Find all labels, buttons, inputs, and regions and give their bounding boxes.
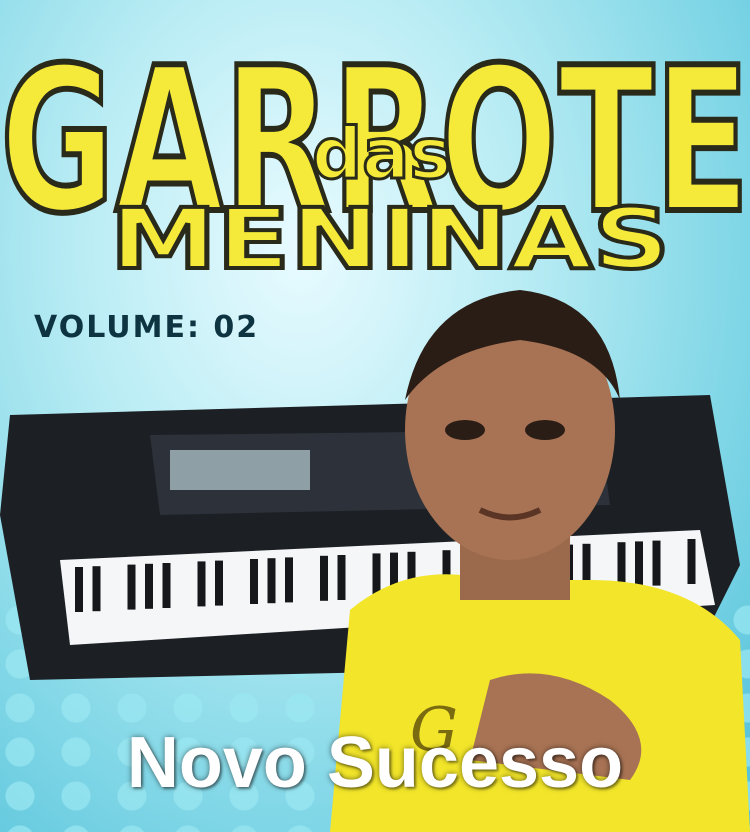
black-key xyxy=(127,564,136,610)
black-key xyxy=(285,557,293,603)
black-key xyxy=(267,558,276,604)
title-meninas: MENINAS xyxy=(110,190,670,280)
black-key xyxy=(145,563,153,609)
black-key xyxy=(197,561,206,607)
video-caption: Novo Sucesso xyxy=(126,723,624,803)
album-title: GARROTE das MENINAS xyxy=(0,22,750,280)
black-key xyxy=(92,566,101,612)
title-das: das xyxy=(312,113,451,195)
volume-label: VOLUME: 02 xyxy=(34,310,260,345)
black-key xyxy=(250,559,258,604)
black-key xyxy=(320,555,328,601)
black-key xyxy=(162,563,171,608)
black-key xyxy=(75,567,83,612)
black-key xyxy=(215,560,223,606)
